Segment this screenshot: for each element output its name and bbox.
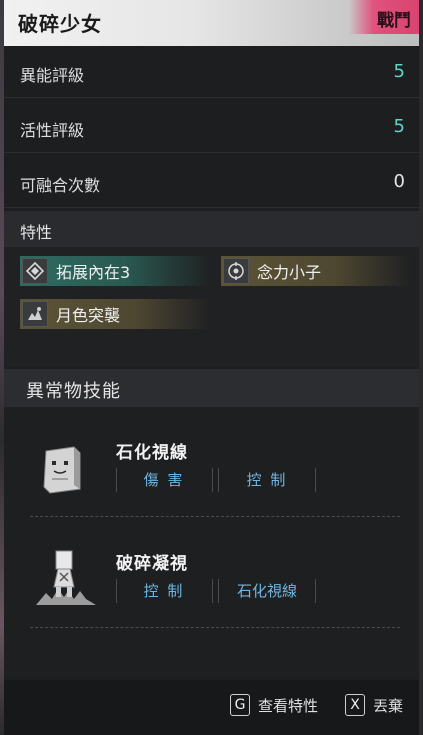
skill-divider [30,516,400,517]
skill-divider [30,627,400,628]
stat-value: 0 [393,171,405,192]
skill-item-broken-gaze[interactable]: 破碎凝視 控 制 石化視線 [4,522,419,622]
tag-separator [218,579,219,603]
skill-name: 破碎凝視 [116,554,188,574]
skill-tag: 石化視線 [236,582,297,600]
stat-row-ability-rating: 異能評級 5 [4,46,419,98]
stat-row-activity-rating: 活性評級 5 [4,101,419,153]
key-hint-x: X [345,694,365,716]
trait-label: 月色突襲 [56,306,121,325]
tag-separator [315,468,316,492]
traits-title: 特性 [20,223,53,242]
footer-actions: G 查看特性 X 丟棄 [4,680,419,735]
skill-name: 石化視線 [116,443,188,463]
trait-chip-moon-raid[interactable]: 月色突襲 [20,299,210,329]
skills-title: 異常物技能 [26,381,121,402]
tag-separator [218,468,219,492]
target-icon [223,258,249,284]
view-traits-action[interactable]: G 查看特性 [230,694,318,716]
right-edge-strip [419,0,423,735]
skills-section: 石化視線 傷 害 控 制 破碎凝視 控 制 石化視線 [4,407,419,677]
skill-tag: 控 制 [246,471,288,489]
moon-attack-icon [22,301,48,327]
skills-header: 異常物技能 [4,369,419,407]
diamond-icon [22,258,48,284]
skill-tag: 控 制 [143,582,185,600]
skill-tags: 傷 害 控 制 [116,468,316,492]
stat-label: 活性評級 [20,121,85,140]
tag-separator [212,579,213,603]
skill-tags: 控 制 石化視線 [116,579,316,603]
trait-chip-telekinesis-kid[interactable]: 念力小子 [221,256,411,286]
tag-separator [116,579,117,603]
stat-value: 5 [393,116,405,137]
anomaly-name: 破碎少女 [18,12,102,36]
stat-row-fusion-count: 可融合次數 0 [4,156,419,208]
skill-tag: 傷 害 [143,471,185,489]
view-traits-label: 查看特性 [258,696,319,715]
skill-item-petrify-gaze[interactable]: 石化視線 傷 害 控 制 [4,407,419,507]
trait-label: 拓展內在3 [56,263,131,282]
tag-separator [315,579,316,603]
category-tag: 戰鬥 [349,0,419,34]
tag-separator [116,468,117,492]
category-tag-label: 戰鬥 [377,11,411,31]
stat-label: 可融合次數 [20,176,101,195]
discard-action[interactable]: X 丟棄 [345,694,403,716]
trait-chip-expand-inner[interactable]: 拓展內在3 [20,256,210,286]
anomaly-detail-panel: 破碎少女 戰鬥 異能評級 5 活性評級 5 可融合次數 0 特性 拓展內在3 念… [4,0,419,735]
broken-girl-icon [34,547,98,611]
trait-label: 念力小子 [257,263,322,282]
stat-value: 5 [393,61,405,82]
traits-section: 拓展內在3 念力小子 月色突襲 [4,247,419,367]
stone-block-icon [40,445,84,499]
panel-header: 破碎少女 戰鬥 [4,0,419,46]
tag-separator [212,468,213,492]
discard-label: 丟棄 [373,696,404,715]
traits-header: 特性 [4,211,419,247]
stat-label: 異能評級 [20,66,85,85]
key-hint-g: G [230,694,250,716]
